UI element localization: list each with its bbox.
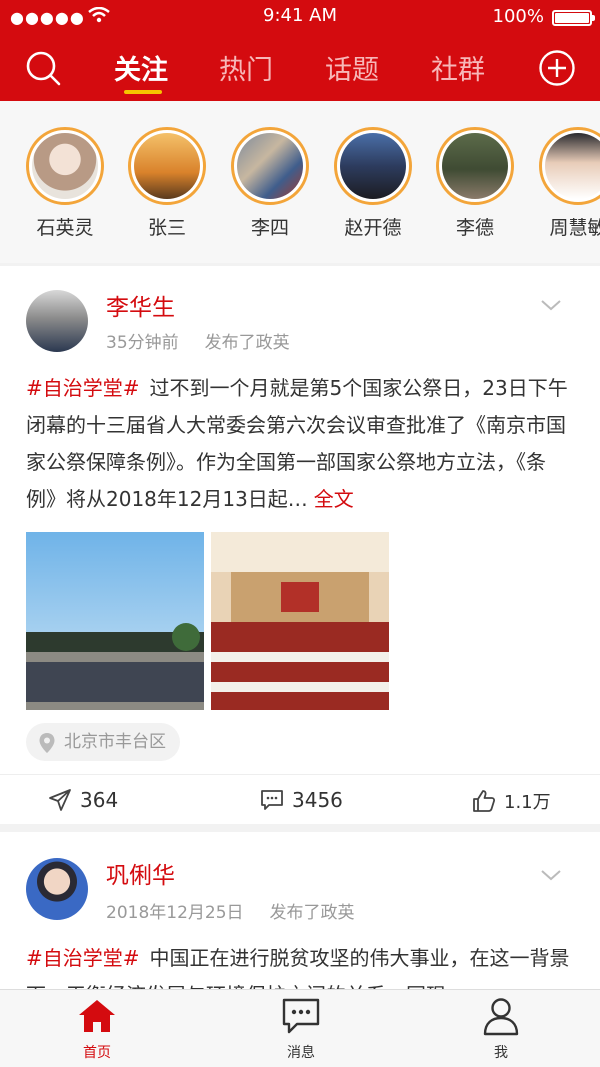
- plus-circle-icon[interactable]: [538, 49, 576, 87]
- like-button[interactable]: 1.1万: [472, 788, 551, 814]
- location-tag[interactable]: 北京市丰台区: [26, 723, 180, 761]
- story-name: 李四: [250, 217, 289, 239]
- avatar: [237, 133, 303, 199]
- followed-users-row: 石英灵 张三 李四 赵开德 李德 周慧敏: [0, 101, 600, 263]
- tab-messages[interactable]: 消息: [256, 996, 346, 1062]
- story-item[interactable]: 赵开德: [334, 127, 412, 240]
- post-action: 发布了政英: [269, 903, 355, 923]
- location-pin-icon: [39, 733, 55, 753]
- story-name: 张三: [147, 217, 186, 239]
- status-bar: ●●●●● 9:41 AM 100%: [0, 4, 600, 28]
- profile-icon: [483, 998, 519, 1036]
- story-item[interactable]: 周慧敏: [539, 127, 600, 240]
- avatar: [545, 133, 600, 199]
- chat-icon: [282, 998, 320, 1034]
- post-action: 发布了政英: [204, 333, 290, 353]
- avatar: [134, 133, 200, 199]
- story-item[interactable]: 石英灵: [26, 127, 104, 240]
- story-name: 赵开德: [344, 217, 402, 239]
- tab-hot[interactable]: 热门: [219, 48, 273, 87]
- share-button[interactable]: 364: [48, 788, 118, 812]
- post-meta: 2018年12月25日 发布了政英: [106, 898, 355, 923]
- post-author[interactable]: 李华生: [106, 288, 175, 322]
- post-author[interactable]: 巩俐华: [106, 856, 175, 890]
- post-meta: 35分钟前 发布了政英: [106, 328, 290, 353]
- post-time: 2018年12月25日: [106, 903, 244, 923]
- tab-profile[interactable]: 我: [456, 996, 546, 1062]
- post-hashtag[interactable]: #自治学堂#: [26, 946, 140, 970]
- post-image[interactable]: [26, 532, 204, 710]
- top-nav: 关注 热门 话题 社群: [0, 40, 600, 96]
- story-name: 李德: [455, 217, 494, 239]
- home-icon: [79, 1000, 115, 1032]
- thumbs-up-icon: [473, 790, 496, 812]
- app-header: ●●●●● 9:41 AM 100% 关注 热门 话题 社群: [0, 0, 600, 101]
- avatar: [340, 133, 406, 199]
- avatar: [442, 133, 508, 199]
- story-item[interactable]: 张三: [128, 127, 206, 240]
- battery-icon: [552, 10, 595, 26]
- comment-count: 3456: [292, 788, 343, 812]
- like-count: 1.1万: [504, 792, 551, 813]
- tab-topics[interactable]: 话题: [325, 48, 379, 87]
- location-label: 北京市丰台区: [64, 732, 166, 752]
- story-name: 石英灵: [36, 217, 94, 239]
- read-more-link[interactable]: 全文: [314, 487, 354, 511]
- tab-label: 首页: [83, 1045, 111, 1061]
- avatar[interactable]: [26, 858, 88, 920]
- chevron-down-icon[interactable]: [540, 868, 562, 882]
- share-count: 364: [80, 788, 119, 812]
- post-card: 李华生 35分钟前 发布了政英 #自治学堂# 过不到一个月就是第5个国家公祭日，23…: [0, 266, 600, 824]
- post-actions: 364 3456 1.1万: [0, 774, 600, 824]
- tab-label: 我: [494, 1045, 508, 1061]
- search-icon[interactable]: [24, 49, 62, 87]
- story-item[interactable]: 李四: [231, 127, 309, 240]
- post-hashtag[interactable]: #自治学堂#: [26, 376, 140, 400]
- comment-icon: [261, 790, 283, 810]
- avatar: [32, 133, 98, 199]
- tab-label: 消息: [287, 1045, 315, 1061]
- battery-percent: 100%: [492, 6, 544, 27]
- chevron-down-icon[interactable]: [540, 298, 562, 312]
- send-icon: [49, 789, 71, 811]
- tab-communities[interactable]: 社群: [431, 48, 485, 87]
- story-name: 周慧敏: [549, 217, 600, 239]
- active-tab-indicator: [124, 90, 162, 94]
- bottom-tab-bar: 首页 消息 我: [0, 989, 600, 1067]
- post-text[interactable]: #自治学堂#中国正在进行脱贫攻坚的伟大事业，在这一背景下，平衡经济发展与环境保护…: [26, 940, 574, 992]
- tab-following[interactable]: 关注: [114, 48, 168, 87]
- avatar[interactable]: [26, 290, 88, 352]
- story-item[interactable]: 李德: [436, 127, 514, 240]
- post-card: 巩俐华 2018年12月25日 发布了政英 #自治学堂# 中国正在进行脱贫攻坚的伟大…: [0, 832, 600, 992]
- post-image[interactable]: [211, 532, 389, 710]
- tab-home[interactable]: 首页: [52, 996, 142, 1062]
- post-time: 35分钟前: [106, 333, 179, 353]
- post-text[interactable]: #自治学堂# 过不到一个月就是第5个国家公祭日，23日下午闭幕的十三届省人大常委会…: [26, 370, 574, 518]
- comment-button[interactable]: 3456: [260, 788, 343, 812]
